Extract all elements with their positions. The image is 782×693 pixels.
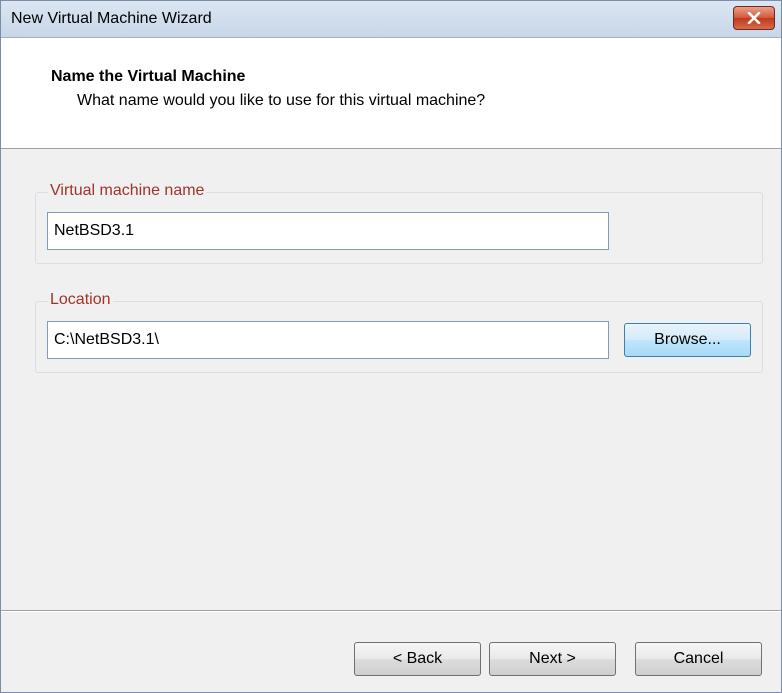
next-button[interactable]: Next > (489, 642, 616, 676)
wizard-header: Name the Virtual Machine What name would… (1, 38, 781, 149)
footer-divider (1, 610, 781, 612)
page-subtitle: What name would you like to use for this… (77, 92, 486, 109)
cancel-button[interactable]: Cancel (635, 642, 762, 676)
browse-button[interactable]: Browse... (624, 323, 751, 357)
location-input[interactable] (47, 321, 609, 359)
title-bar[interactable]: New Virtual Machine Wizard (1, 1, 781, 38)
window-title: New Virtual Machine Wizard (11, 10, 212, 27)
wizard-window: New Virtual Machine Wizard Name the Virt… (0, 0, 782, 693)
page-title: Name the Virtual Machine (51, 68, 246, 85)
back-button[interactable]: < Back (354, 642, 481, 676)
vm-name-group-label: Virtual machine name (48, 182, 207, 200)
close-button[interactable] (733, 6, 775, 30)
close-icon (747, 12, 761, 24)
vm-name-input[interactable] (47, 212, 609, 250)
location-group-label: Location (48, 291, 113, 309)
vm-name-group: Virtual machine name (35, 182, 763, 264)
location-group: Location Browse... (35, 291, 763, 373)
